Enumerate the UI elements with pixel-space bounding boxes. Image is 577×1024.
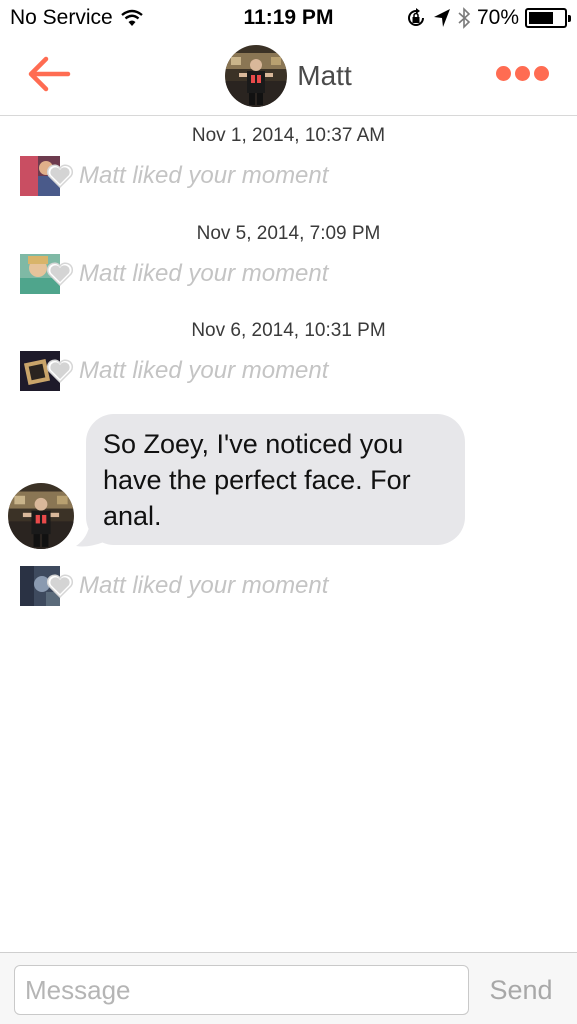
battery-percent: 70% [476,6,519,29]
list-item[interactable]: Matt liked your moment [20,254,328,294]
heart-icon [46,164,74,189]
list-item[interactable]: Matt liked your moment [20,566,328,606]
heart-icon [46,262,74,287]
location-arrow-icon [433,9,450,27]
composer-bar: Send [0,952,577,1024]
message-bubble[interactable]: So Zoey, I've noticed you have the perfe… [86,414,465,545]
battery-icon [525,8,571,28]
status-right-group: 70% [405,6,571,30]
message-input[interactable] [14,965,469,1015]
orientation-lock-icon [407,8,424,26]
avatar[interactable] [8,483,74,549]
bluetooth-icon [458,7,471,29]
message-row: So Zoey, I've noticed you have the perfe… [8,414,478,554]
moment-label: Matt liked your moment [79,572,329,599]
message-line: So Zoey, I've noticed you [103,429,404,459]
send-button[interactable]: Send [476,968,566,1012]
more-options-icon[interactable] [496,66,549,81]
heart-icon [46,574,74,599]
status-bar: No Service 11:19 PM 70% [0,0,577,38]
message-line: have the perfect face. For [103,465,411,495]
timestamp: Nov 1, 2014, 10:37 AM [191,125,386,146]
list-item[interactable]: Matt liked your moment [20,156,328,196]
timestamp: Nov 5, 2014, 7:09 PM [196,223,381,244]
moment-label: Matt liked your moment [79,260,329,287]
header-profile[interactable]: Matt [0,45,577,107]
moment-label: Matt liked your moment [79,162,329,189]
moment-label: Matt liked your moment [79,357,329,384]
timestamp: Nov 6, 2014, 10:31 PM [191,320,386,341]
list-item[interactable]: Matt liked your moment [20,351,328,391]
chat-header: Matt [0,38,577,116]
avatar[interactable] [225,45,288,107]
page-title: Matt [297,60,352,91]
message-line: anal. [103,501,162,531]
heart-icon [46,359,74,384]
